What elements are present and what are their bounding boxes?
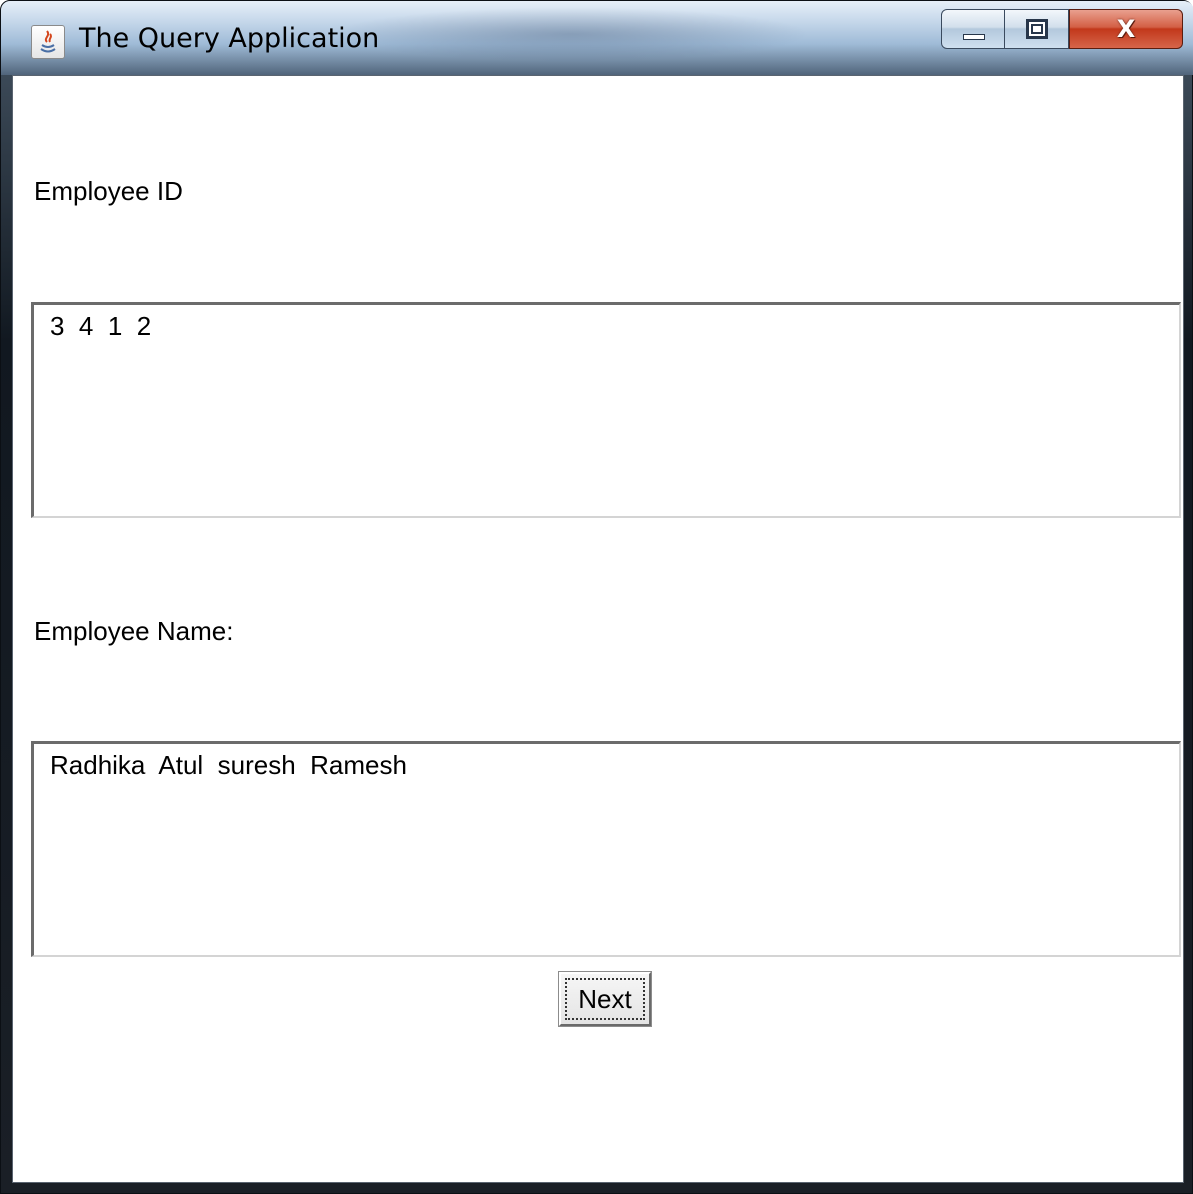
minimize-button[interactable] xyxy=(941,9,1005,49)
employee-name-textarea[interactable]: Radhika Atul suresh Ramesh xyxy=(31,741,1181,957)
close-icon: X xyxy=(1116,15,1136,43)
maximize-icon xyxy=(1026,19,1048,39)
window-title: The Query Application xyxy=(79,23,380,54)
employee-name-label: Employee Name: xyxy=(34,616,234,646)
close-button[interactable]: X xyxy=(1069,9,1183,49)
app-window: The Query Application X Employee ID 3 4 … xyxy=(0,0,1193,1194)
java-coffee-icon[interactable] xyxy=(31,25,65,59)
content-panel: Employee ID 3 4 1 2 Employee Name: Radhi… xyxy=(12,75,1184,1183)
employee-id-label: Employee ID xyxy=(34,176,183,206)
title-bar-glow xyxy=(331,7,811,61)
next-button[interactable]: Next xyxy=(558,971,652,1027)
minimize-icon xyxy=(963,34,985,40)
next-button-label: Next xyxy=(565,978,645,1020)
title-bar[interactable]: The Query Application X xyxy=(1,1,1193,75)
maximize-button[interactable] xyxy=(1005,9,1069,49)
employee-id-textarea[interactable]: 3 4 1 2 xyxy=(31,302,1181,518)
